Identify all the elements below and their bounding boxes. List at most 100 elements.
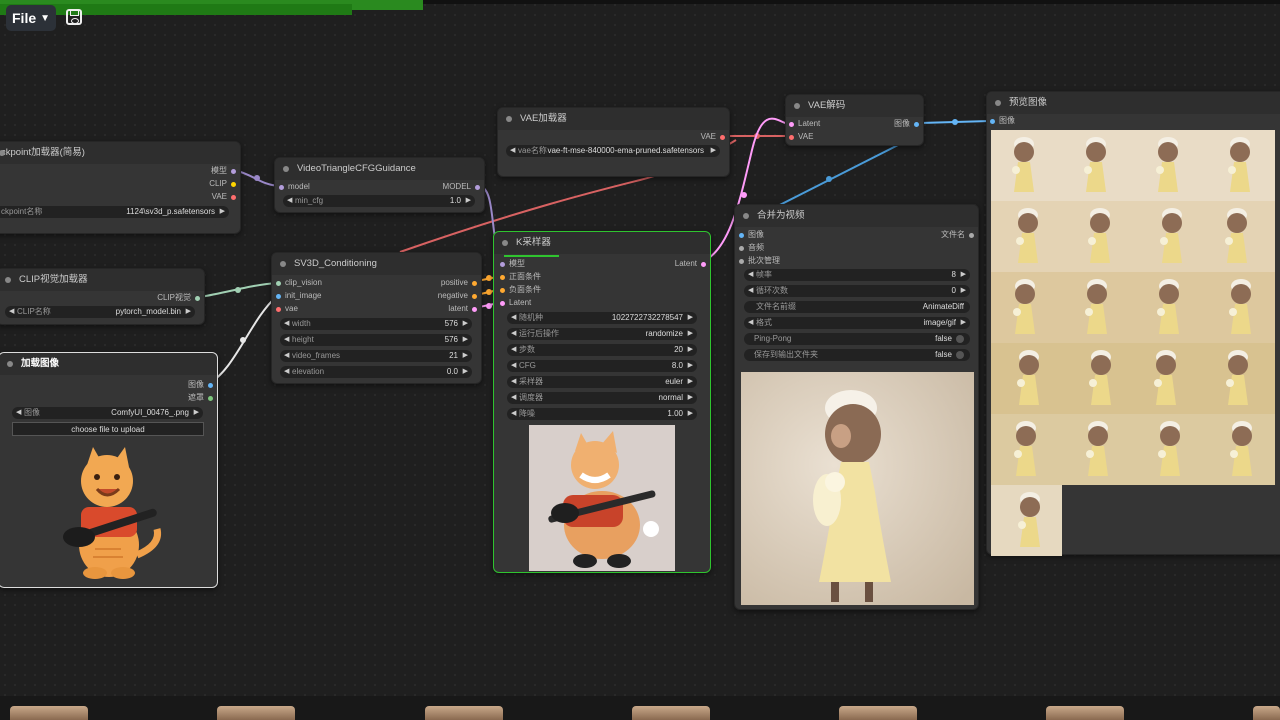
input-model[interactable]: 模型	[500, 258, 525, 270]
sampler-widget[interactable]: ◀ 采样器 euler ▶	[507, 376, 697, 388]
height-widget[interactable]: ◀ height 576 ▶	[280, 334, 472, 346]
vae-decode-node[interactable]: VAE解码 Latent VAE 图像	[785, 94, 924, 146]
save-icon[interactable]	[66, 9, 82, 25]
sv3d-conditioning-node[interactable]: SV3D_Conditioning clip_vision init_image…	[271, 252, 482, 384]
input-negative[interactable]: 负面条件	[500, 284, 541, 296]
input-model[interactable]: model	[279, 181, 310, 193]
preview-frame[interactable]	[1062, 272, 1133, 343]
preview-frame[interactable]	[1133, 343, 1204, 414]
clip-name-widget[interactable]: ◀ CLIP名称 pytorch_model.bin ▶	[5, 306, 195, 318]
chevron-down-icon: ▼	[40, 12, 51, 24]
elevation-widget[interactable]: ◀ elevation 0.0 ▶	[280, 366, 472, 378]
output-latent[interactable]: latent	[448, 303, 477, 315]
output-model[interactable]: MODEL	[443, 181, 480, 193]
control-after-widget[interactable]: ◀ 运行后操作 randomize ▶	[507, 328, 697, 340]
output-clip[interactable]: CLIP	[209, 178, 236, 190]
load-image-node[interactable]: 加载图像 图像 遮罩 ◀ 图像 ComfyUI_00476_.png ▶ cho…	[0, 352, 218, 588]
history-thumb[interactable]	[839, 706, 917, 720]
format-widget[interactable]: ◀ 格式 image/gif ▶	[744, 317, 970, 329]
preview-frame[interactable]	[991, 414, 1062, 485]
preview-frame[interactable]	[1133, 130, 1204, 201]
preview-frame[interactable]	[1062, 343, 1133, 414]
scheduler-widget[interactable]: ◀ 调度器 normal ▶	[507, 392, 697, 404]
preview-frame[interactable]	[991, 343, 1062, 414]
preview-frame[interactable]	[1133, 272, 1204, 343]
ckpt-name-widget[interactable]: ckpoint名称 1124\sv3d_p.safetensors ▶	[0, 206, 229, 218]
min-cfg-widget[interactable]: ◀ min_cfg 1.0 ▶	[283, 195, 475, 207]
file-menu-button[interactable]: File ▼	[6, 5, 56, 31]
history-thumb[interactable]	[10, 706, 88, 720]
output-image[interactable]: 图像	[188, 379, 213, 391]
input-positive[interactable]: 正面条件	[500, 271, 541, 283]
arrow-left-icon: ◀	[16, 409, 22, 416]
output-vae[interactable]: VAE	[212, 191, 236, 203]
preview-frame[interactable]	[1204, 272, 1275, 343]
input-vae[interactable]: VAE	[789, 131, 813, 143]
input-audio[interactable]: 音频	[739, 242, 764, 254]
preview-frame[interactable]	[1204, 414, 1275, 485]
preview-frame[interactable]	[991, 272, 1062, 343]
node-title: VAE解码	[786, 95, 923, 117]
preview-frame[interactable]	[991, 130, 1062, 201]
arrow-right-icon: ▶	[185, 308, 191, 315]
preview-frame[interactable]	[1133, 414, 1204, 485]
filename-prefix-widget[interactable]: 文件名前缀 AnimateDiff	[744, 301, 970, 313]
preview-frame[interactable]	[1133, 201, 1204, 272]
output-vae[interactable]: VAE	[701, 131, 725, 143]
input-init-image[interactable]: init_image	[276, 290, 321, 302]
frame-rate-widget[interactable]: ◀ 帧率 8 ▶	[744, 269, 970, 281]
vae-loader-node[interactable]: VAE加载器 VAE ◀ vae名称 vae-ft-mse-840000-ema…	[497, 107, 730, 177]
input-clip-vision[interactable]: clip_vision	[276, 277, 322, 289]
preview-grid	[991, 130, 1280, 556]
preview-frame[interactable]	[1204, 201, 1275, 272]
preview-frame[interactable]	[1204, 343, 1275, 414]
output-mask[interactable]: 遮罩	[188, 392, 213, 404]
output-positive[interactable]: positive	[441, 277, 477, 289]
output-filenames[interactable]: 文件名	[941, 229, 974, 241]
input-vae[interactable]: vae	[276, 303, 298, 315]
history-strip	[0, 696, 1280, 720]
output-clip-vision[interactable]: CLIP视觉	[157, 292, 200, 304]
preview-frame[interactable]	[1204, 130, 1275, 201]
cfg-guidance-node[interactable]: VideoTriangleCFGGuidance model MODEL ◀ m…	[274, 157, 485, 213]
checkpoint-loader-node[interactable]: ckpoint加载器(简易) 模型 CLIP VAE ckpoint名称 112…	[0, 141, 241, 234]
width-widget[interactable]: ◀ width 576 ▶	[280, 318, 472, 330]
ksampler-node[interactable]: K采样器 模型 正面条件 负面条件 Latent Latent ◀ 随机种 1022…	[493, 231, 711, 573]
history-thumb[interactable]	[217, 706, 295, 720]
node-title: SV3D_Conditioning	[272, 253, 481, 275]
output-latent[interactable]: Latent	[675, 258, 706, 270]
preview-frame[interactable]	[1062, 201, 1133, 272]
preview-image-node[interactable]: 预览图像 图像	[986, 91, 1280, 556]
output-image[interactable]: 图像	[894, 118, 919, 130]
denoise-widget[interactable]: ◀ 降噪 1.00 ▶	[507, 408, 697, 420]
save-output-toggle[interactable]: 保存到输出文件夹 false	[744, 349, 970, 361]
history-thumb[interactable]	[425, 706, 503, 720]
history-thumb[interactable]	[632, 706, 710, 720]
history-thumb[interactable]	[1046, 706, 1124, 720]
preview-frame[interactable]	[991, 201, 1062, 272]
steps-widget[interactable]: ◀ 步数 20 ▶	[507, 344, 697, 356]
history-thumb[interactable]	[1253, 706, 1280, 720]
vae-name-widget[interactable]: ◀ vae名称 vae-ft-mse-840000-ema-pruned.saf…	[506, 145, 720, 157]
output-model[interactable]: 模型	[211, 165, 236, 177]
upload-button[interactable]: choose file to upload	[12, 422, 204, 436]
preview-frame[interactable]	[1062, 130, 1133, 201]
input-latent[interactable]: Latent	[500, 297, 531, 309]
preview-frame[interactable]	[1062, 414, 1133, 485]
input-latent[interactable]: Latent	[789, 118, 820, 130]
arrow-right-icon: ▶	[465, 197, 471, 204]
video-preview-image	[741, 372, 974, 605]
output-negative[interactable]: negative	[438, 290, 477, 302]
ping-pong-toggle[interactable]: Ping-Pong false	[744, 333, 970, 345]
cfg-widget[interactable]: ◀ CFG 8.0 ▶	[507, 360, 697, 372]
video-combine-node[interactable]: 合并为视频 图像 音频 批次管理 文件名 ◀ 帧率 8 ▶ ◀ 循环次数 0 ▶ 文件名前缀…	[734, 204, 979, 610]
input-batch-manager[interactable]: 批次管理	[739, 255, 780, 267]
input-images[interactable]: 图像	[990, 115, 1015, 127]
input-images[interactable]: 图像	[739, 229, 764, 241]
seed-widget[interactable]: ◀ 随机种 1022722732278547 ▶	[507, 312, 697, 324]
video-frames-widget[interactable]: ◀ video_frames 21 ▶	[280, 350, 472, 362]
clip-vision-loader-node[interactable]: CLIP视觉加载器 CLIP视觉 ◀ CLIP名称 pytorch_model.…	[0, 268, 205, 325]
loop-count-widget[interactable]: ◀ 循环次数 0 ▶	[744, 285, 970, 297]
preview-frame[interactable]	[991, 485, 1062, 556]
image-select-widget[interactable]: ◀ 图像 ComfyUI_00476_.png ▶	[12, 407, 203, 419]
